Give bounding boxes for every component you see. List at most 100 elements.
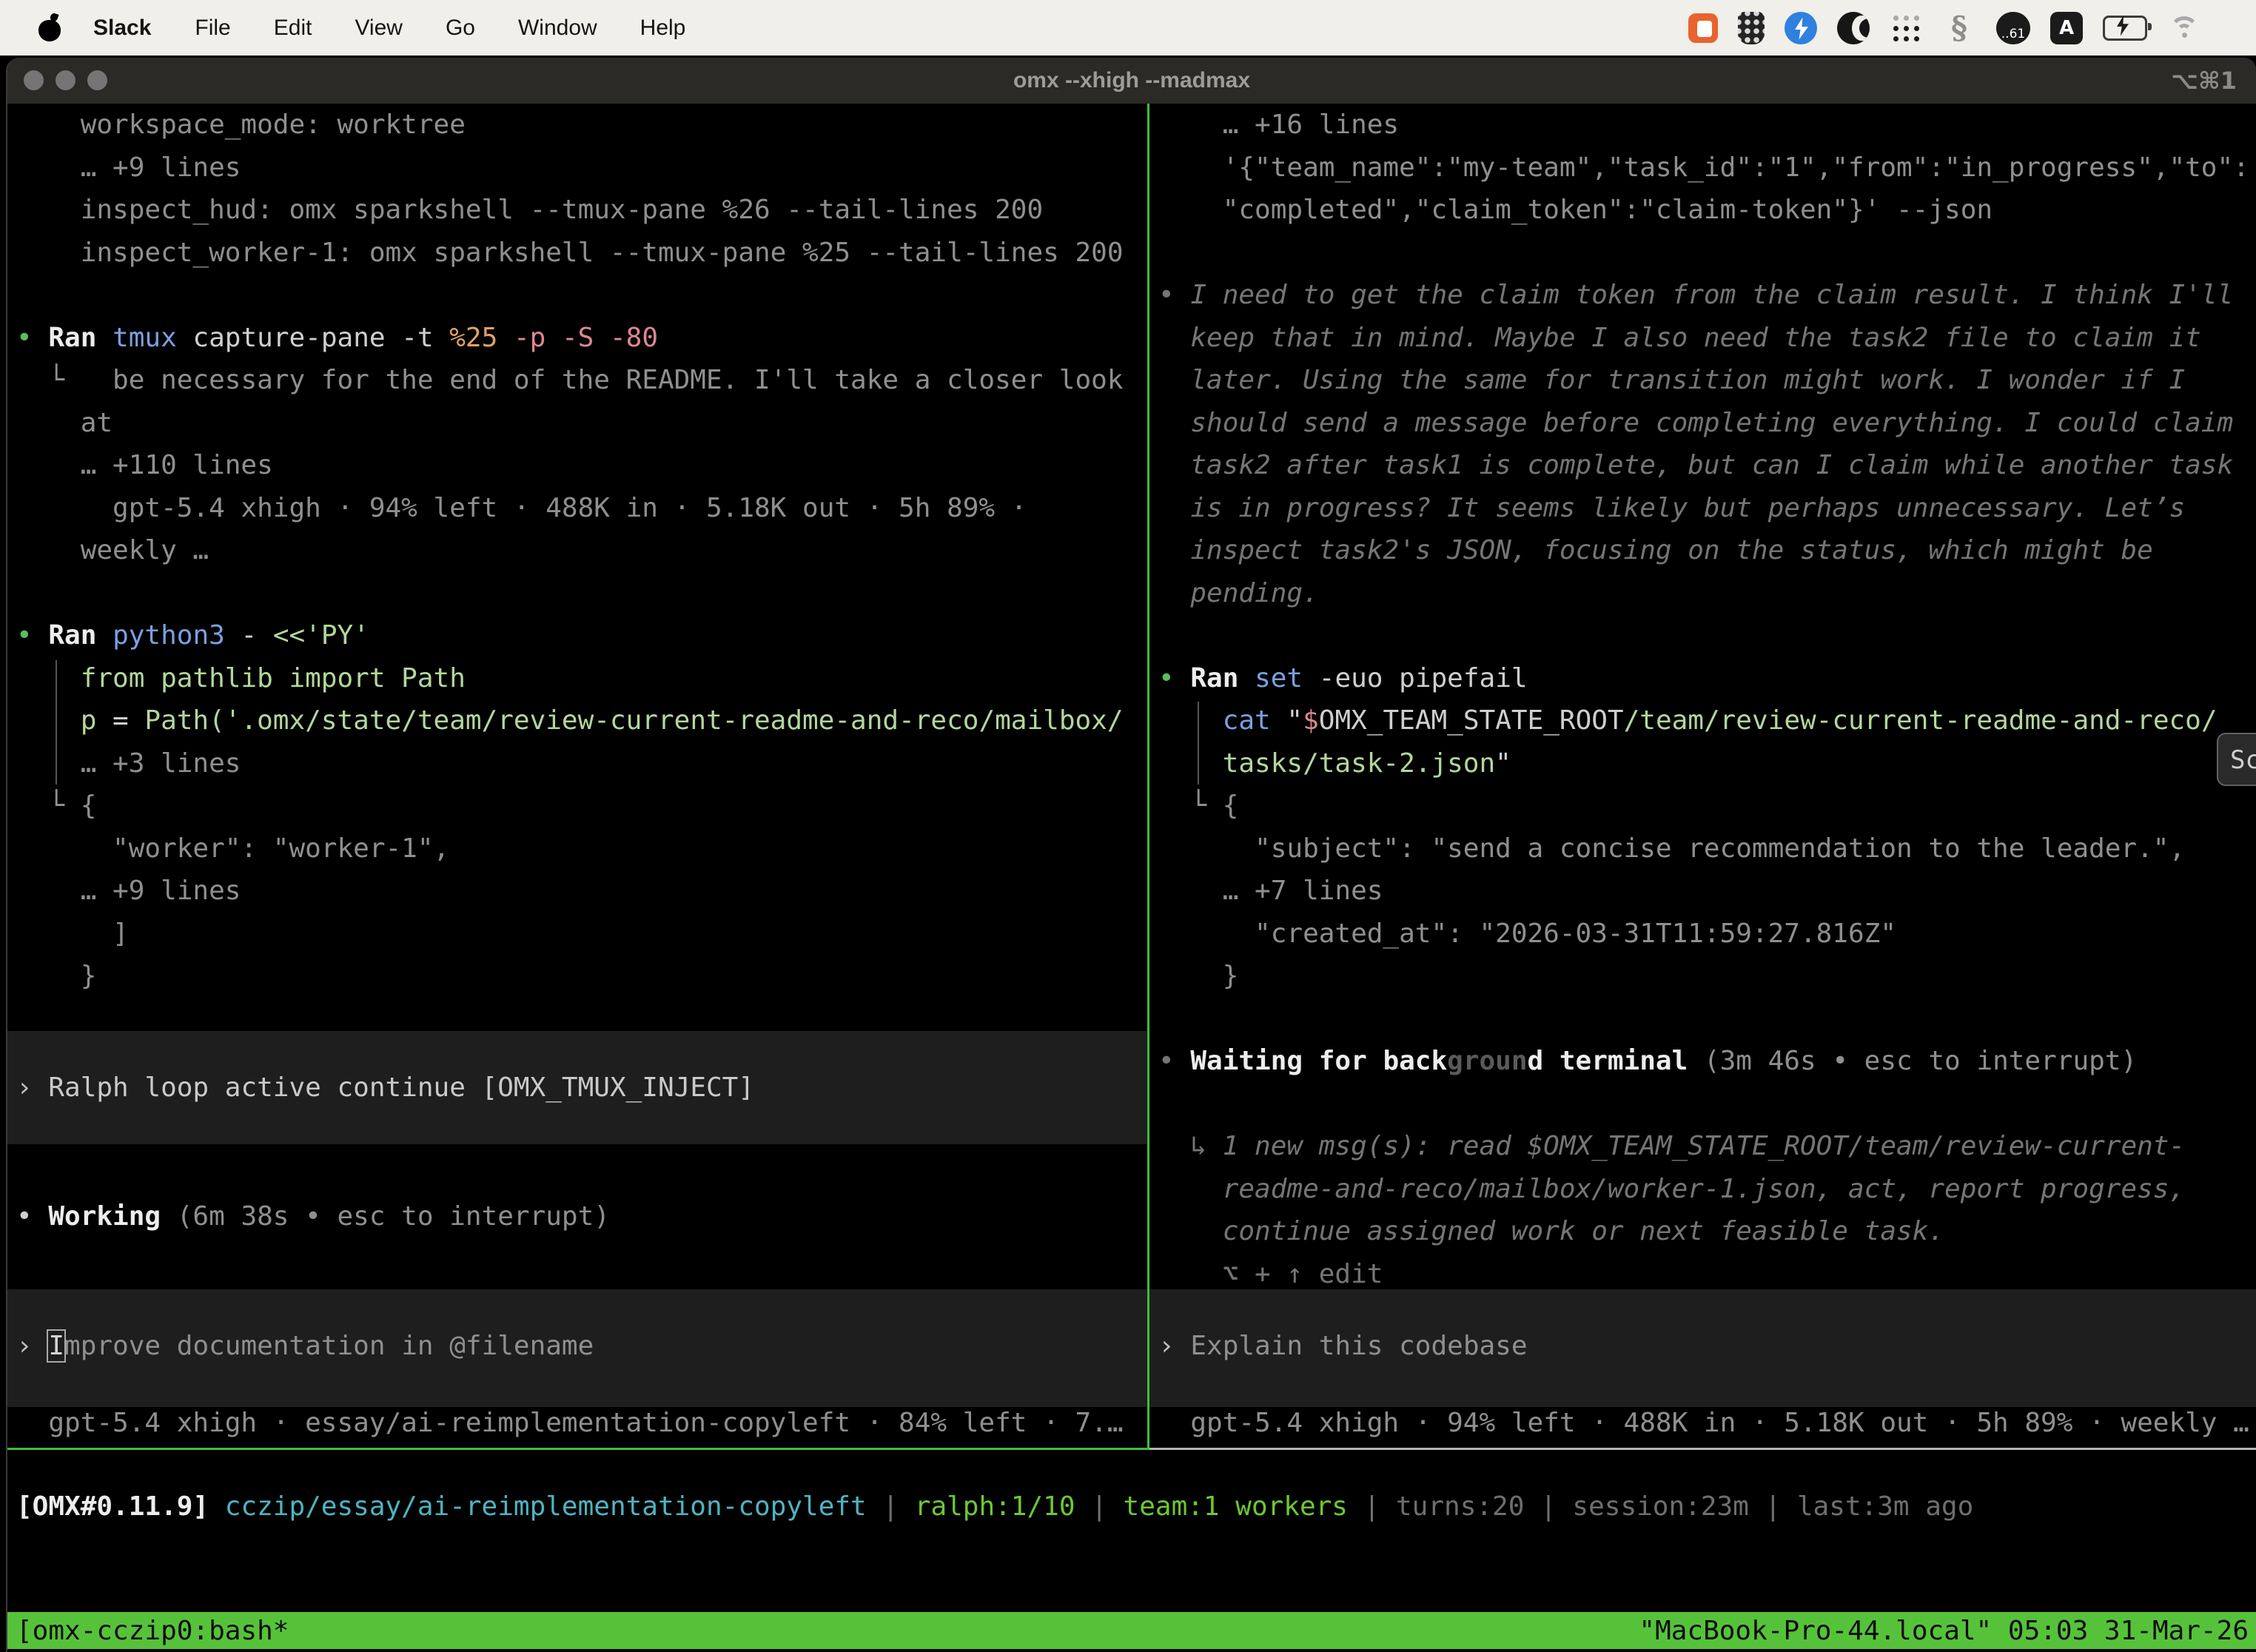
input-placeholder: Explain this codebase: [1190, 1331, 1527, 1361]
terminal-line: • Ran python3 - <<'PY': [7, 614, 1147, 657]
screen-tooltip: Scre: [2217, 733, 2256, 786]
battery-charging-icon[interactable]: [2103, 16, 2147, 41]
terminal-line: [1149, 1083, 2256, 1126]
terminal-line: └ be necessary for the end of the README…: [7, 359, 1147, 402]
menu-item-edit[interactable]: Edit: [252, 16, 334, 40]
tmux-host-clock: "MacBook-Pro-44.local" 05:03 31-Mar-26: [1639, 1616, 2249, 1646]
terminal-line: tasks/task-2.json": [1149, 742, 2256, 785]
terminal-line: keep that in mind. Maybe I also need the…: [1149, 317, 2256, 360]
menu-item-slack[interactable]: Slack: [71, 16, 173, 40]
terminal-line: … +9 lines: [7, 147, 1147, 189]
right-pane: … +16 lines '{"team_name":"my-team","tas…: [1149, 104, 2256, 1295]
menu-item-go[interactable]: Go: [424, 16, 497, 40]
left-input-line: › Improve documentation in @filename: [7, 1289, 1149, 1368]
menu-items: SlackFileEditViewGoWindowHelp: [71, 16, 707, 41]
right-prompt-input[interactable]: › Explain this codebase: [1149, 1289, 2256, 1407]
menu-item-window[interactable]: Window: [497, 16, 619, 40]
terminal-line: "subject": "send a concise recommendatio…: [1149, 827, 2256, 870]
right-pane-bottom-border: [1149, 1448, 2256, 1450]
terminal-line: task2 after task1 is complete, but can I…: [1149, 444, 2256, 487]
terminal-line: ]: [7, 913, 1147, 956]
terminal-line: ↳ 1 new msg(s): read $OMX_TEAM_STATE_ROO…: [1149, 1125, 2256, 1168]
left-prompt-input[interactable]: › Improve documentation in @filename: [7, 1289, 1149, 1407]
terminal-window: omx --xhigh --madmax ⌥⌘1 workspace_mode:…: [6, 58, 2256, 1652]
menubar: SlackFileEditViewGoWindowHelp § ..61 A: [0, 0, 2256, 56]
left-pane-bottom-border: [7, 1448, 1149, 1450]
pie-crescent-icon[interactable]: [1837, 12, 1870, 44]
terminal-line: p = Path('.omx/state/team/review-current…: [7, 699, 1147, 742]
terminal-line: … +9 lines: [7, 870, 1147, 913]
terminal-line: "completed","claim_token":"claim-token"}…: [1149, 189, 2256, 232]
window-titlebar[interactable]: omx --xhigh --madmax ⌥⌘1: [7, 58, 2256, 104]
omx-version: [OMX#0.11.9]: [16, 1491, 209, 1522]
terminal-line: [7, 274, 1147, 317]
left-pane: workspace_mode: worktree … +9 lines insp…: [7, 104, 1147, 998]
terminal-line: [1149, 614, 2256, 657]
terminal-line: weekly …: [7, 529, 1147, 572]
dragon-icon[interactable]: §: [1942, 11, 1976, 45]
menu-item-view[interactable]: View: [333, 16, 423, 40]
terminal-line: … +16 lines: [1149, 104, 2256, 147]
terminal-line: pending.: [1149, 572, 2256, 615]
zoom-window-button[interactable]: [87, 70, 107, 90]
terminal-line: inspect_worker-1: omx sparkshell --tmux-…: [7, 232, 1147, 275]
window-shortcut-badge: ⌥⌘1: [2171, 58, 2237, 104]
omx-session-metrics: | turns:20 | session:23m | last:3m ago: [1348, 1491, 1973, 1522]
terminal-line: [7, 572, 1147, 615]
terminal-line: workspace_mode: worktree: [7, 104, 1147, 147]
code-block-connector: [56, 660, 57, 785]
working-bullet: •: [16, 1201, 48, 1232]
terminal-line: }: [1149, 955, 2256, 998]
ralph-loop-panel: › Ralph loop active continue [OMX_TMUX_I…: [7, 1031, 1149, 1144]
menubar-status-icons: § ..61 A: [1688, 11, 2203, 45]
minimize-window-button[interactable]: [56, 70, 75, 90]
input-placeholder: mprove documentation in @filename: [64, 1331, 594, 1361]
terminal-line: • Ran tmux capture-pane -t %25 -p -S -80: [7, 317, 1147, 360]
terminal-line: }: [7, 955, 1147, 998]
terminal-line: "created_at": "2026-03-31T11:59:27.816Z": [1149, 913, 2256, 956]
right-model-statusline: gpt-5.4 xhigh · 94% left · 488K in · 5.1…: [1149, 1402, 2249, 1445]
close-window-button[interactable]: [24, 70, 44, 90]
keyboard-layout-icon[interactable]: A: [2050, 12, 2083, 44]
terminal-line: … +3 lines: [7, 742, 1147, 785]
text-cursor: I: [48, 1331, 64, 1361]
traffic-lights: [24, 70, 107, 90]
code-block-connector: [1198, 702, 1199, 785]
terminal-line: readme-and-reco/mailbox/worker-1.json, a…: [1149, 1168, 2256, 1211]
terminal-line: inspect_hud: omx sparkshell --tmux-pane …: [7, 189, 1147, 232]
pane-divider[interactable]: [1147, 104, 1149, 1450]
working-status: • Working (6m 38s • esc to interrupt): [7, 1195, 610, 1238]
terminal-line: later. Using the same for transition mig…: [1149, 359, 2256, 402]
terminal-line: • Waiting for background terminal (3m 46…: [1149, 1040, 2256, 1083]
window-title: omx --xhigh --madmax: [7, 58, 2256, 104]
omx-ralph-counter: ralph:1/10: [915, 1491, 1075, 1522]
menu-item-file[interactable]: File: [173, 16, 252, 40]
tmux-status-bar: [omx-cczip0:bash* "MacBook-Pro-44.local"…: [7, 1612, 2256, 1649]
terminal-line: • I need to get the claim token from the…: [1149, 274, 2256, 317]
chevron-prompt: ›: [1158, 1331, 1190, 1361]
dots-grid-icon[interactable]: [1890, 12, 1922, 44]
terminal-line: └ {: [7, 785, 1147, 827]
battery-percent-icon[interactable]: ..61: [1996, 12, 2030, 44]
right-input-line: › Explain this codebase: [1149, 1289, 2256, 1368]
shield-grid-icon[interactable]: [1738, 12, 1765, 44]
terminal-line: at: [7, 402, 1147, 445]
chevron-prompt: ›: [16, 1072, 48, 1103]
chat-record-icon[interactable]: [1688, 13, 1718, 43]
terminal-line: continue assigned work or next feasible …: [1149, 1210, 2256, 1253]
terminal-line: [1149, 232, 2256, 275]
lightning-badge-icon[interactable]: [1785, 12, 1817, 44]
apple-menu-icon[interactable]: [38, 15, 61, 41]
terminal-line: "worker": "worker-1",: [7, 827, 1147, 870]
tmux-session-name: [omx-cczip0:bash*: [16, 1616, 289, 1646]
omx-project-path: cczip/essay/ai-reimplementation-copyleft: [209, 1491, 882, 1522]
terminal-line: should send a message before completing …: [1149, 402, 2256, 445]
terminal-line: from pathlib import Path: [7, 657, 1147, 700]
terminal-line: is in progress? It seems likely but perh…: [1149, 487, 2256, 530]
menu-item-help[interactable]: Help: [619, 16, 708, 40]
wifi-icon[interactable]: [2167, 13, 2203, 43]
terminal-line: inspect task2's JSON, focusing on the st…: [1149, 529, 2256, 572]
terminal-line: … +110 lines: [7, 444, 1147, 487]
omx-session-statusline: [OMX#0.11.9] cczip/essay/ai-reimplementa…: [7, 1485, 1973, 1528]
chevron-prompt: ›: [16, 1331, 48, 1361]
